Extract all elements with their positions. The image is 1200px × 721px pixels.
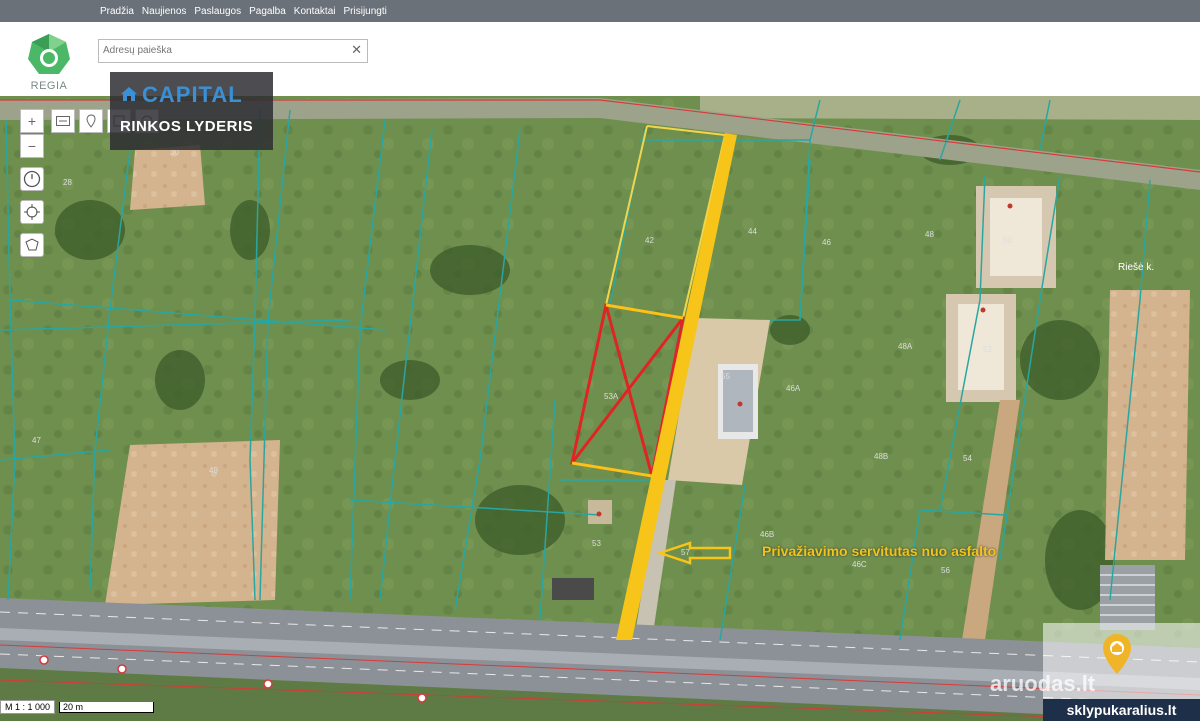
nav-item-pradzia[interactable]: Pradžia <box>100 6 134 17</box>
address-search: ✕ <box>98 39 368 63</box>
plot-label: 53A <box>604 392 619 401</box>
locate-icon <box>24 204 40 220</box>
logo-text: REGIA <box>30 80 68 92</box>
plot-label: 48A <box>898 342 913 351</box>
plot-label: 42 <box>645 236 654 245</box>
marker-button[interactable] <box>79 109 103 133</box>
plot-label: 46C <box>852 560 867 569</box>
plot-label: 28 <box>63 178 72 187</box>
time-button[interactable] <box>20 167 44 191</box>
sklypukaralius-watermark: sklypukaralius.lt <box>1043 699 1200 721</box>
plot-label: 48 <box>925 230 934 239</box>
capital-logo-overlay: CAPITAL RINKOS LYDERIS <box>110 72 273 150</box>
layers-icon <box>56 116 70 126</box>
map-scale: M 1 : 1 000 20 m <box>0 700 155 714</box>
search-input[interactable] <box>99 40 339 61</box>
nav-item-paslaugos[interactable]: Paslaugos <box>194 6 241 17</box>
zoom-in-icon: + <box>27 113 37 129</box>
zoom-out-icon: − <box>27 138 37 154</box>
plot-label: 56 <box>941 566 950 575</box>
location-pin-icon <box>1103 634 1131 674</box>
plot-label: 54 <box>963 454 972 463</box>
place-name: Riešė k. <box>1118 262 1155 273</box>
house-icon <box>121 87 137 101</box>
capital-brand: CAPITAL <box>142 82 243 107</box>
plot-label: 49 <box>209 466 218 475</box>
map-view[interactable]: 30 28 42 44 46 48 50 52 48A 53A 55 46A 4… <box>0 96 1200 721</box>
regia-logo[interactable]: REGIA <box>18 32 80 94</box>
regia-logo-mark <box>28 34 70 74</box>
plot-label: 46B <box>760 530 775 539</box>
shed <box>552 578 594 600</box>
capital-slogan: RINKOS LYDERIS <box>120 118 254 135</box>
plot-label: 52 <box>983 345 992 354</box>
scale-ratio: M 1 : 1 000 <box>0 700 56 714</box>
plot-label: 46 <box>822 238 831 247</box>
nav-item-prisijungti[interactable]: Prisijungti <box>344 6 387 17</box>
layers-button[interactable] <box>51 109 75 133</box>
aerial-map[interactable] <box>0 96 1200 721</box>
plot-label: 50 <box>1003 236 1012 245</box>
nav-menu: Pradžia Naujienos Paslaugos Pagalba Kont… <box>100 0 387 22</box>
marker-icon <box>86 114 96 128</box>
nav-item-pagalba[interactable]: Pagalba <box>249 6 286 17</box>
plot-label: 47 <box>32 436 41 445</box>
top-navigation-bar: Pradžia Naujienos Paslaugos Pagalba Kont… <box>0 0 1200 22</box>
servitude-annotation: Privažiavimo servitutas nuo asfalto <box>762 543 997 559</box>
close-icon[interactable]: ✕ <box>351 43 362 57</box>
zoom-out-button[interactable]: − <box>20 134 44 158</box>
scale-bar: 20 m <box>59 701 155 713</box>
locate-button[interactable] <box>20 200 44 224</box>
aruodas-watermark: aruodas.lt <box>990 671 1096 696</box>
nav-item-naujienos[interactable]: Naujienos <box>142 6 186 17</box>
draw-polygon-button[interactable] <box>20 233 44 257</box>
plot-label: 48B <box>874 452 889 461</box>
zoom-in-button[interactable]: + <box>20 109 44 133</box>
plot-label: 53 <box>592 539 601 548</box>
plot-label: 55 <box>721 372 730 381</box>
time-icon <box>23 170 41 188</box>
plot-label: 46A <box>786 384 801 393</box>
plot-label: 44 <box>748 227 757 236</box>
plot-label: 57 <box>681 548 690 557</box>
draw-polygon-icon <box>25 238 39 251</box>
nav-item-kontaktai[interactable]: Kontaktai <box>294 6 336 17</box>
